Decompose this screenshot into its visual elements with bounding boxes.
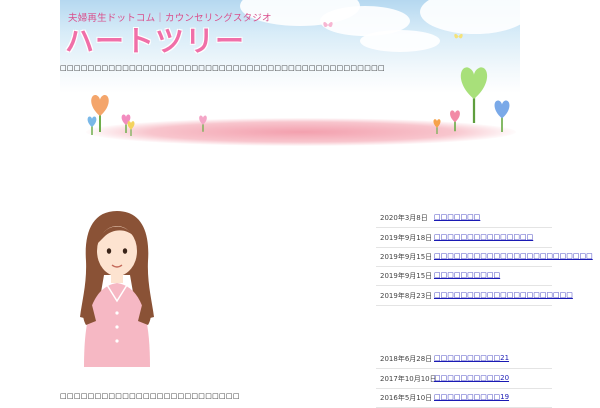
heart-flower-icon bbox=[433, 119, 441, 134]
news-link[interactable]: □□□□□□□□□□□□□□□□□□□□□□□□ bbox=[434, 252, 593, 260]
news-date: 2020年3月8日 bbox=[380, 214, 428, 222]
news-link[interactable]: □□□□□□□ bbox=[434, 213, 480, 221]
news-item: 2020年3月8日 □□□□□□□ bbox=[376, 208, 552, 228]
news-item: 2019年9月15日 □□□□□□□□□□□□□□□□□□□□□□□□ bbox=[376, 247, 593, 267]
news-date: 2019年9月15日 bbox=[380, 272, 433, 280]
heart-flower-icon bbox=[494, 100, 510, 132]
news-date: 2019年8月23日 bbox=[380, 292, 433, 300]
news-item: 2016年5月10日 □□□□□□□□□□19 bbox=[376, 388, 552, 408]
news-date: 2016年5月10日 bbox=[380, 394, 433, 402]
intro-text: □□□□□□□□□□□□□□□□□□□□□□□□□□□□□□□□□□□□□□□□… bbox=[60, 64, 385, 72]
news-link[interactable]: □□□□□□□□□□□□□□□□□□□□□ bbox=[434, 291, 573, 299]
news-link[interactable]: □□□□□□□□□□20 bbox=[434, 374, 509, 382]
butterfly-icon bbox=[323, 22, 333, 28]
news-item: 2019年9月18日 □□□□□□□□□□□□□□□ bbox=[376, 228, 552, 248]
cloud-decoration bbox=[420, 0, 520, 34]
news-item: 2019年9月15日 □□□□□□□□□□ bbox=[376, 266, 552, 286]
news-item: 2018年6月28日 □□□□□□□□□□21 bbox=[376, 349, 552, 369]
heart-flower-icon bbox=[87, 116, 97, 135]
news-item: 2019年8月23日 □□□□□□□□□□□□□□□□□□□□□ bbox=[376, 286, 573, 306]
news-date: 2019年9月15日 bbox=[380, 253, 433, 261]
news-date: 2017年10月10日 bbox=[380, 375, 437, 383]
news-date: 2019年9月18日 bbox=[380, 234, 433, 242]
heart-flower-icon bbox=[127, 121, 135, 136]
news-item: 2017年10月10日 □□□□□□□□□□20 bbox=[376, 369, 552, 389]
profile-caption: □□□□□□□□□□□□□□□□□□□□□□□□□□ bbox=[60, 392, 240, 400]
butterfly-icon bbox=[454, 33, 463, 39]
cloud-decoration bbox=[360, 30, 440, 52]
news-link[interactable]: □□□□□□□□□□21 bbox=[434, 354, 509, 362]
site-logo-text[interactable]: ハートツリー bbox=[65, 18, 245, 60]
site-header-banner: 夫婦再生ドットコム｜カウンセリングスタジオ ハートツリー □□□□□□□□□□□… bbox=[60, 0, 520, 150]
news-link[interactable]: □□□□□□□□□□ bbox=[434, 271, 500, 279]
news-date: 2018年6月28日 bbox=[380, 355, 433, 363]
news-link[interactable]: □□□□□□□□□□□□□□□ bbox=[434, 233, 533, 241]
heart-flower-icon bbox=[199, 115, 207, 132]
counselor-portrait-illustration bbox=[80, 211, 154, 367]
